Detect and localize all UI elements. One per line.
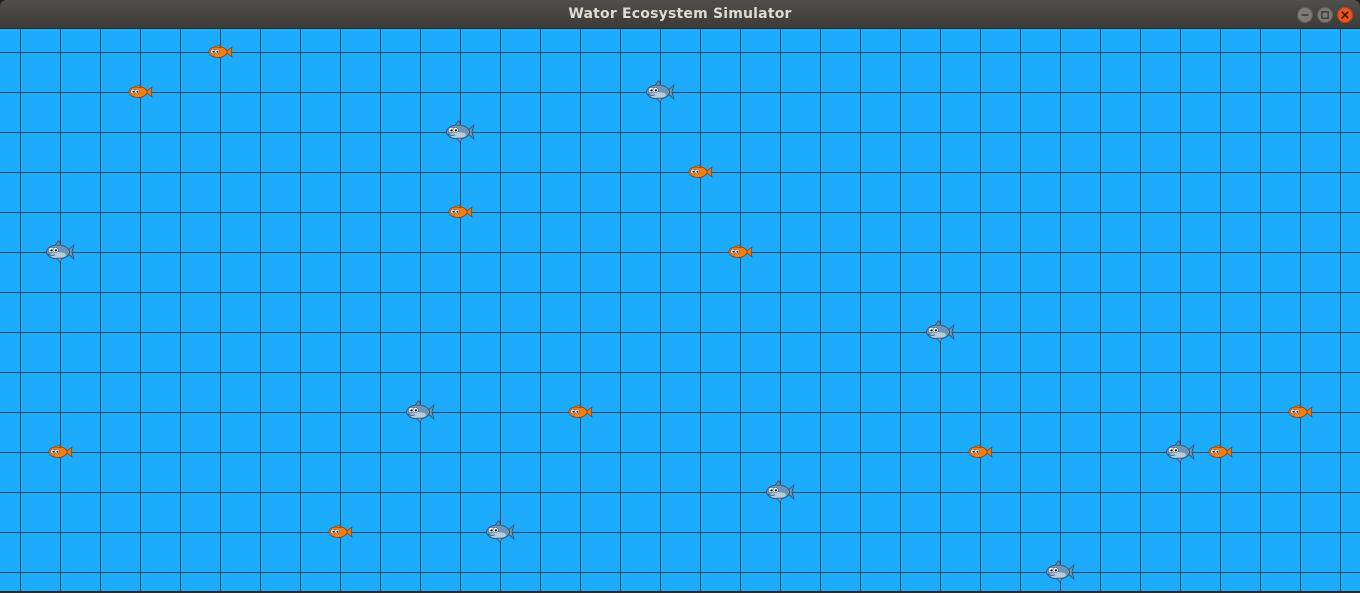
- window-title: Wator Ecosystem Simulator: [568, 6, 792, 22]
- shark-icon: [45, 239, 75, 264]
- fish-icon: [207, 44, 233, 60]
- shark-icon: [485, 519, 515, 544]
- shark-icon: [765, 479, 795, 504]
- shark-icon: [405, 399, 435, 424]
- app-window: Wator Ecosystem Simulator: [0, 0, 1360, 593]
- shark-icon: [1045, 559, 1075, 584]
- maximize-icon: [1321, 11, 1329, 19]
- close-button[interactable]: [1337, 7, 1353, 23]
- fish-icon: [327, 524, 353, 540]
- title-bar[interactable]: Wator Ecosystem Simulator: [0, 0, 1360, 29]
- fish-icon: [447, 204, 473, 220]
- fish-icon: [727, 244, 753, 260]
- fish-icon: [127, 84, 153, 100]
- minimize-icon: [1301, 14, 1309, 16]
- fish-icon: [47, 444, 73, 460]
- fish-icon: [1287, 404, 1313, 420]
- fish-icon: [687, 164, 713, 180]
- shark-icon: [925, 319, 955, 344]
- minimize-button[interactable]: [1297, 7, 1313, 23]
- fish-icon: [967, 444, 993, 460]
- shark-icon: [445, 119, 475, 144]
- shark-icon: [645, 79, 675, 104]
- fish-icon: [1207, 444, 1233, 460]
- maximize-button[interactable]: [1317, 7, 1333, 23]
- close-icon: [1341, 11, 1349, 19]
- fish-icon: [567, 404, 593, 420]
- shark-icon: [1165, 439, 1195, 464]
- ocean-grid[interactable]: [0, 29, 1360, 591]
